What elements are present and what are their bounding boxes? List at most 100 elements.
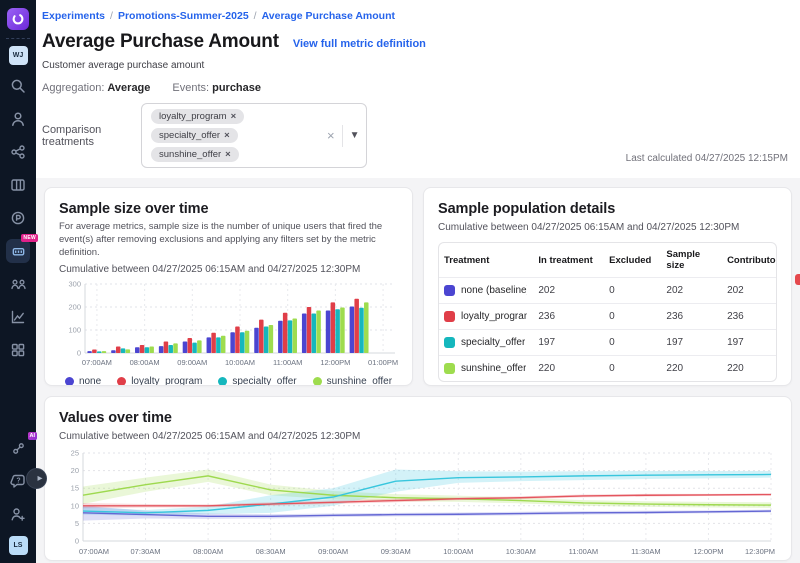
svg-text:15: 15: [71, 484, 79, 493]
remove-treatment-icon[interactable]: ×: [224, 130, 230, 141]
treatment-pill[interactable]: sunshine_offer ×: [151, 147, 239, 162]
aggregation-label: Aggregation:: [42, 82, 104, 94]
contributors-value: 202: [722, 278, 776, 304]
in-treatment-value: 202: [533, 278, 604, 304]
columns-icon[interactable]: [6, 173, 30, 197]
treatments-multiselect[interactable]: loyalty_program × specialty_offer × sunshi…: [141, 103, 367, 168]
audiences-icon[interactable]: [6, 272, 30, 296]
share-nodes-icon[interactable]: [6, 140, 30, 164]
aggregation-value: Average: [107, 82, 150, 94]
sample-size-value: 220: [661, 356, 722, 382]
sample-size-value: 236: [661, 304, 722, 330]
remove-treatment-icon[interactable]: ×: [225, 149, 231, 160]
workspace-badge[interactable]: WJ: [9, 46, 28, 65]
svg-text:10:00AM: 10:00AM: [443, 547, 473, 556]
sample-size-value: 197: [661, 330, 722, 356]
legend-label: sunshine_offer: [327, 376, 392, 386]
sidebar-divider: [6, 38, 30, 39]
legend-label: none: [79, 376, 101, 386]
treatment-swatch: [444, 311, 455, 322]
svg-text:12:00PM: 12:00PM: [320, 358, 350, 367]
svg-text:10:30AM: 10:30AM: [506, 547, 536, 556]
search-icon[interactable]: [6, 74, 30, 98]
breadcrumb-separator: /: [254, 10, 257, 22]
contributors-value: 236: [722, 304, 776, 330]
breadcrumb-experiment-name[interactable]: Promotions-Summer-2025: [118, 10, 249, 22]
sample-size-title: Sample size over time: [59, 201, 398, 217]
in-treatment-value: 220: [533, 356, 604, 382]
svg-text:07:30AM: 07:30AM: [131, 547, 161, 556]
table-row: none (baseline) 202 0 202 202: [439, 278, 776, 304]
legend-item-specialty-offer: specialty_offer: [218, 376, 296, 386]
treatment-name: sunshine_offer: [461, 363, 526, 374]
treatment-pill-label: loyalty_program: [159, 111, 227, 122]
svg-text:08:00AM: 08:00AM: [193, 547, 223, 556]
treatment-pill[interactable]: specialty_offer ×: [151, 128, 238, 143]
feedback-tab[interactable]: [795, 274, 800, 285]
legend-item-sunshine-offer: sunshine_offer: [313, 376, 392, 386]
treatment-pill-label: specialty_offer: [159, 130, 220, 141]
table-row: sunshine_offer 220 0 220 220: [439, 356, 776, 382]
treatment-pill-label: sunshine_offer: [159, 149, 221, 160]
sample-size-bar-chart: 010020030007:00AM08:00AM09:00AM10:00AM11…: [59, 278, 400, 370]
svg-text:200: 200: [68, 303, 81, 312]
main-content: Experiments / Promotions-Summer-2025 / A…: [36, 0, 800, 563]
excluded-value: 0: [604, 330, 661, 356]
svg-text:07:00AM: 07:00AM: [79, 547, 109, 556]
table-row: specialty_offer 197 0 197 197: [439, 330, 776, 356]
sidebar-expand-handle[interactable]: ▸: [26, 468, 47, 489]
breadcrumb-metric-name[interactable]: Average Purchase Amount: [262, 10, 395, 22]
dashboards-grid-icon[interactable]: [6, 338, 30, 362]
events-label: Events:: [172, 82, 209, 94]
population-title: Sample population details: [438, 201, 777, 217]
metrics-chart-icon[interactable]: [6, 305, 30, 329]
in-treatment-value: 197: [533, 330, 604, 356]
remove-treatment-icon[interactable]: ×: [231, 111, 237, 122]
col-treatment: Treatment: [439, 243, 533, 278]
experiments-icon[interactable]: NEW: [6, 239, 30, 263]
pulse-icon[interactable]: [6, 206, 30, 230]
last-calculated-text: Last calculated 04/27/2025 12:15PM: [626, 153, 788, 164]
person-icon[interactable]: [6, 107, 30, 131]
table-header-row: Treatment In treatment Excluded Sample s…: [439, 243, 776, 278]
comparison-treatments-label: Comparison treatments: [42, 124, 137, 148]
chevron-down-icon[interactable]: ▼: [350, 130, 360, 141]
contributors-value: 220: [722, 356, 776, 382]
legend-label: specialty_offer: [232, 376, 296, 386]
ai-assist-icon[interactable]: AI: [6, 436, 30, 460]
legend-dot: [117, 377, 126, 386]
ai-badge: AI: [28, 432, 38, 440]
population-period: Cumulative between 04/27/2025 06:15AM an…: [438, 222, 777, 233]
page-title: Average Purchase Amount: [42, 31, 279, 53]
invite-person-icon[interactable]: [6, 502, 30, 526]
legend-label: loyalty_program: [131, 376, 202, 386]
excluded-value: 0: [604, 304, 661, 330]
values-over-time-card: Values over time Cumulative between 04/2…: [44, 396, 792, 561]
metric-subtitle: Customer average purchase amount: [42, 60, 788, 71]
svg-text:09:00AM: 09:00AM: [318, 547, 348, 556]
svg-text:12:30PM: 12:30PM: [745, 547, 775, 556]
svg-text:25: 25: [71, 449, 79, 458]
breadcrumb-experiments[interactable]: Experiments: [42, 10, 105, 22]
view-metric-definition-link[interactable]: View full metric definition: [293, 38, 426, 50]
sample-size-period: Cumulative between 04/27/2025 06:15AM an…: [59, 264, 398, 275]
svg-text:09:00AM: 09:00AM: [177, 358, 207, 367]
user-badge[interactable]: LS: [9, 536, 28, 555]
legend-dot: [65, 377, 74, 386]
clear-all-icon[interactable]: ×: [327, 128, 335, 143]
svg-text:100: 100: [68, 326, 81, 335]
excluded-value: 0: [604, 278, 661, 304]
svg-text:08:30AM: 08:30AM: [256, 547, 286, 556]
population-table: Treatment In treatment Excluded Sample s…: [438, 242, 777, 382]
treatment-swatch: [444, 337, 455, 348]
excluded-value: 0: [604, 356, 661, 382]
events-value: purchase: [212, 82, 261, 94]
treatment-pill[interactable]: loyalty_program ×: [151, 109, 244, 124]
legend-item-none: none: [65, 376, 101, 386]
statsig-logo[interactable]: [7, 8, 29, 30]
logo-swirl-icon: [11, 12, 25, 26]
svg-text:10:00AM: 10:00AM: [225, 358, 255, 367]
treatment-name: none (baseline): [461, 285, 527, 296]
svg-text:10: 10: [71, 501, 79, 510]
treatment-name: specialty_offer: [461, 337, 525, 348]
